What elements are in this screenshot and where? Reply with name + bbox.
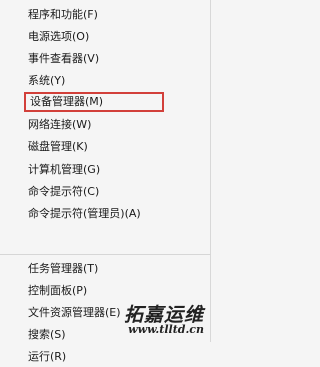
menu-item-disk-management[interactable]: 磁盘管理(K) [28,137,88,157]
menu-item-device-manager[interactable]: 设备管理器(M) [24,92,164,112]
menu-item-programs-features[interactable]: 程序和功能(F) [28,5,98,25]
menu-item-run[interactable]: 运行(R) [28,347,66,367]
menu-item-command-prompt-admin[interactable]: 命令提示符(管理员)(A) [28,204,141,224]
menu-item-task-manager[interactable]: 任务管理器(T) [28,259,98,279]
menu-item-computer-management[interactable]: 计算机管理(G) [28,160,100,180]
context-menu: 程序和功能(F) 电源选项(O) 事件查看器(V) 系统(Y) 设备管理器(M)… [0,0,211,363]
menu-item-control-panel[interactable]: 控制面板(P) [28,281,87,301]
menu-item-search[interactable]: 搜索(S) [28,325,66,345]
menu-item-system[interactable]: 系统(Y) [28,71,65,91]
menu-item-event-viewer[interactable]: 事件查看器(V) [28,49,99,69]
menu-item-command-prompt[interactable]: 命令提示符(C) [28,182,99,202]
menu-item-network-connections[interactable]: 网络连接(W) [28,115,91,135]
menu-separator [0,254,211,255]
watermark-url: www.tlltd.cn [128,323,204,336]
menu-item-power-options[interactable]: 电源选项(O) [28,27,89,47]
watermark: 拓嘉运维 www.tlltd.cn [106,300,204,336]
